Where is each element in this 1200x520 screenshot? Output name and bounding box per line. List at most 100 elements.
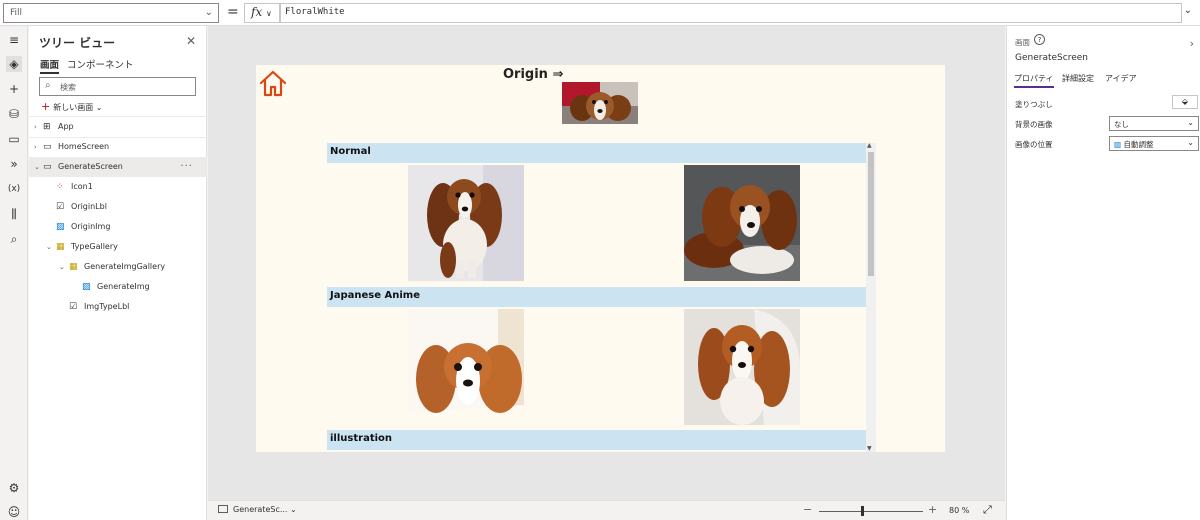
gallery-scrollbar[interactable]: ▲ ▼	[866, 143, 876, 452]
account-icon[interactable]: ☺	[6, 504, 22, 520]
zoom-slider[interactable]	[819, 511, 923, 512]
variables-icon[interactable]: (x)	[6, 181, 22, 197]
tree-search-input[interactable]: ⌕ 検索	[39, 77, 196, 96]
help-icon[interactable]: ?	[1034, 34, 1045, 45]
chevron-down-icon: ⌄	[1187, 138, 1194, 147]
screen-icon: ▭	[43, 162, 52, 172]
tree-item-generateimg[interactable]: ▨ GenerateImg	[29, 277, 207, 297]
paint-bucket-icon: ⬙	[1181, 97, 1189, 106]
formula-bar: Fill ⌄ = fx ∨ FloralWhite ⌄	[0, 0, 1200, 26]
home-icon[interactable]	[258, 68, 288, 98]
img-type-label: illustration	[327, 430, 866, 450]
chevron-right-icon[interactable]: ›	[1190, 37, 1194, 50]
chevron-down-icon: ⌄	[59, 263, 65, 271]
formula-input[interactable]: FloralWhite	[280, 3, 1182, 23]
label-icon: ☑	[56, 202, 65, 212]
close-icon[interactable]: ✕	[186, 34, 196, 48]
fill-color-picker[interactable]: ⬙	[1172, 95, 1198, 109]
tree-item-label: OriginLbl	[71, 202, 107, 211]
status-bar: GenerateSc... ⌄ − + 80 % ⤢	[208, 500, 1005, 520]
image-icon: ▨	[82, 282, 91, 292]
chevron-right-icon: ›	[34, 123, 37, 131]
chevron-down-icon: ⌄	[204, 7, 213, 18]
background-image-value: なし	[1114, 120, 1129, 129]
screen-selector[interactable]: GenerateSc... ⌄	[218, 505, 297, 514]
tree-item-label: GenerateImgGallery	[84, 262, 166, 271]
scrollbar-thumb[interactable]	[868, 152, 874, 276]
zoom-out-button[interactable]: −	[803, 503, 812, 516]
screen-icon: ▭	[43, 142, 52, 152]
image-position-dropdown[interactable]: ▨ 自動調整 ⌄	[1109, 136, 1199, 151]
more-options-icon[interactable]: ···	[180, 157, 193, 177]
tree-item-homescreen[interactable]: › ▭ HomeScreen	[29, 137, 207, 157]
expand-formula-icon[interactable]: ⌄	[1184, 5, 1192, 16]
screen-icon	[218, 505, 228, 513]
properties-panel: 画面 ? › GenerateScreen プロパティ 詳細設定 アイデア 塗り…	[1006, 26, 1200, 520]
media-icon[interactable]: ▭	[6, 131, 22, 147]
tab-components[interactable]: コンポーネント	[67, 57, 134, 71]
tree-item-app[interactable]: › ⊞ App	[29, 117, 207, 137]
generated-dog-image[interactable]	[408, 309, 524, 425]
add-icon[interactable]: +	[6, 81, 22, 97]
gallery-icon: ▦	[56, 242, 65, 252]
tree-item-generatescreen[interactable]: ⌄ ▭ GenerateScreen ···	[29, 157, 207, 177]
tree-item-label: Icon1	[71, 182, 93, 191]
chevron-down-icon: ⌄	[34, 163, 40, 171]
tree-item-label: HomeScreen	[58, 142, 110, 151]
tree-item-originlbl[interactable]: ☑ OriginLbl	[29, 197, 207, 217]
chevron-down-icon: ⌄	[95, 103, 103, 112]
app-icon: ⊞	[43, 122, 51, 132]
zoom-slider-thumb[interactable]	[860, 506, 864, 516]
zoom-number: 80	[949, 506, 960, 515]
fit-to-window-icon[interactable]: ⤢	[983, 503, 992, 517]
tree-item-label: OriginImg	[71, 222, 111, 231]
tab-advanced[interactable]: 詳細設定	[1062, 73, 1094, 84]
tab-screens[interactable]: 画面	[40, 57, 60, 74]
equals-sign: =	[227, 4, 239, 20]
tab-properties[interactable]: プロパティ	[1014, 73, 1054, 88]
label-icon: ☑	[69, 302, 78, 312]
tree-item-typegallery[interactable]: ⌄ ▦ TypeGallery	[29, 237, 207, 257]
tools-icon[interactable]: ⫼	[6, 206, 22, 222]
tree-view-panel: ツリー ビュー ✕ 画面 コンポーネント ⌕ 検索 + 新しい画面 ⌄ › ⊞ A…	[29, 26, 207, 520]
power-automate-icon[interactable]: »	[6, 156, 22, 172]
layers-icon[interactable]: ◈	[6, 56, 22, 72]
generated-dog-image[interactable]	[684, 309, 800, 425]
tab-ideas[interactable]: アイデア	[1105, 73, 1137, 84]
scroll-up-icon[interactable]: ▲	[867, 143, 872, 149]
search-placeholder: 検索	[60, 83, 76, 92]
tree-item-originimg[interactable]: ▨ OriginImg	[29, 217, 207, 237]
fx-label: fx	[251, 5, 263, 19]
current-screen-name: GenerateSc...	[233, 505, 288, 514]
new-screen-button[interactable]: + 新しい画面 ⌄	[41, 100, 102, 113]
tree-item-icon1[interactable]: ⁘ Icon1	[29, 177, 207, 197]
search-icon[interactable]: ⌕	[6, 231, 22, 247]
chevron-down-icon: ⌄	[1187, 118, 1194, 127]
zoom-in-button[interactable]: +	[928, 503, 937, 516]
image-icon: ▨	[56, 222, 65, 232]
tree-view-title: ツリー ビュー	[39, 36, 116, 50]
selected-control-name: GenerateScreen	[1015, 53, 1088, 63]
type-gallery[interactable]: Normal Japanese Anime illustration ▲ ▼	[327, 143, 876, 452]
data-icon[interactable]: ⛁	[6, 106, 22, 122]
origin-dog-image	[562, 82, 638, 124]
tree-item-imgtypelbl[interactable]: ☑ ImgTypeLbl	[29, 297, 207, 317]
fx-button[interactable]: fx ∨	[244, 3, 280, 23]
tree-item-label: TypeGallery	[71, 242, 118, 251]
scroll-down-icon[interactable]: ▼	[867, 445, 872, 452]
image-position-value: 自動調整	[1123, 140, 1154, 149]
image-fit-icon: ▨	[1114, 140, 1122, 149]
app-screen[interactable]: Origin ⇒ Normal Japanese Anime illustrat…	[256, 65, 945, 452]
chevron-down-icon: ⌄	[46, 243, 52, 251]
icon-control-icon: ⁘	[56, 182, 64, 192]
property-value: Fill	[10, 8, 23, 18]
tree-item-label: ImgTypeLbl	[84, 302, 130, 311]
hamburger-icon[interactable]: ≡	[6, 32, 22, 48]
generated-dog-image[interactable]	[684, 165, 800, 281]
generated-dog-image[interactable]	[408, 165, 524, 281]
background-image-dropdown[interactable]: なし ⌄	[1109, 116, 1199, 131]
settings-icon[interactable]: ⚙	[6, 480, 22, 496]
property-dropdown[interactable]: Fill ⌄	[3, 3, 219, 23]
canvas-area: Origin ⇒ Normal Japanese Anime illustrat…	[208, 26, 1005, 500]
tree-item-generateimggallery[interactable]: ⌄ ▦ GenerateImgGallery	[29, 257, 207, 277]
